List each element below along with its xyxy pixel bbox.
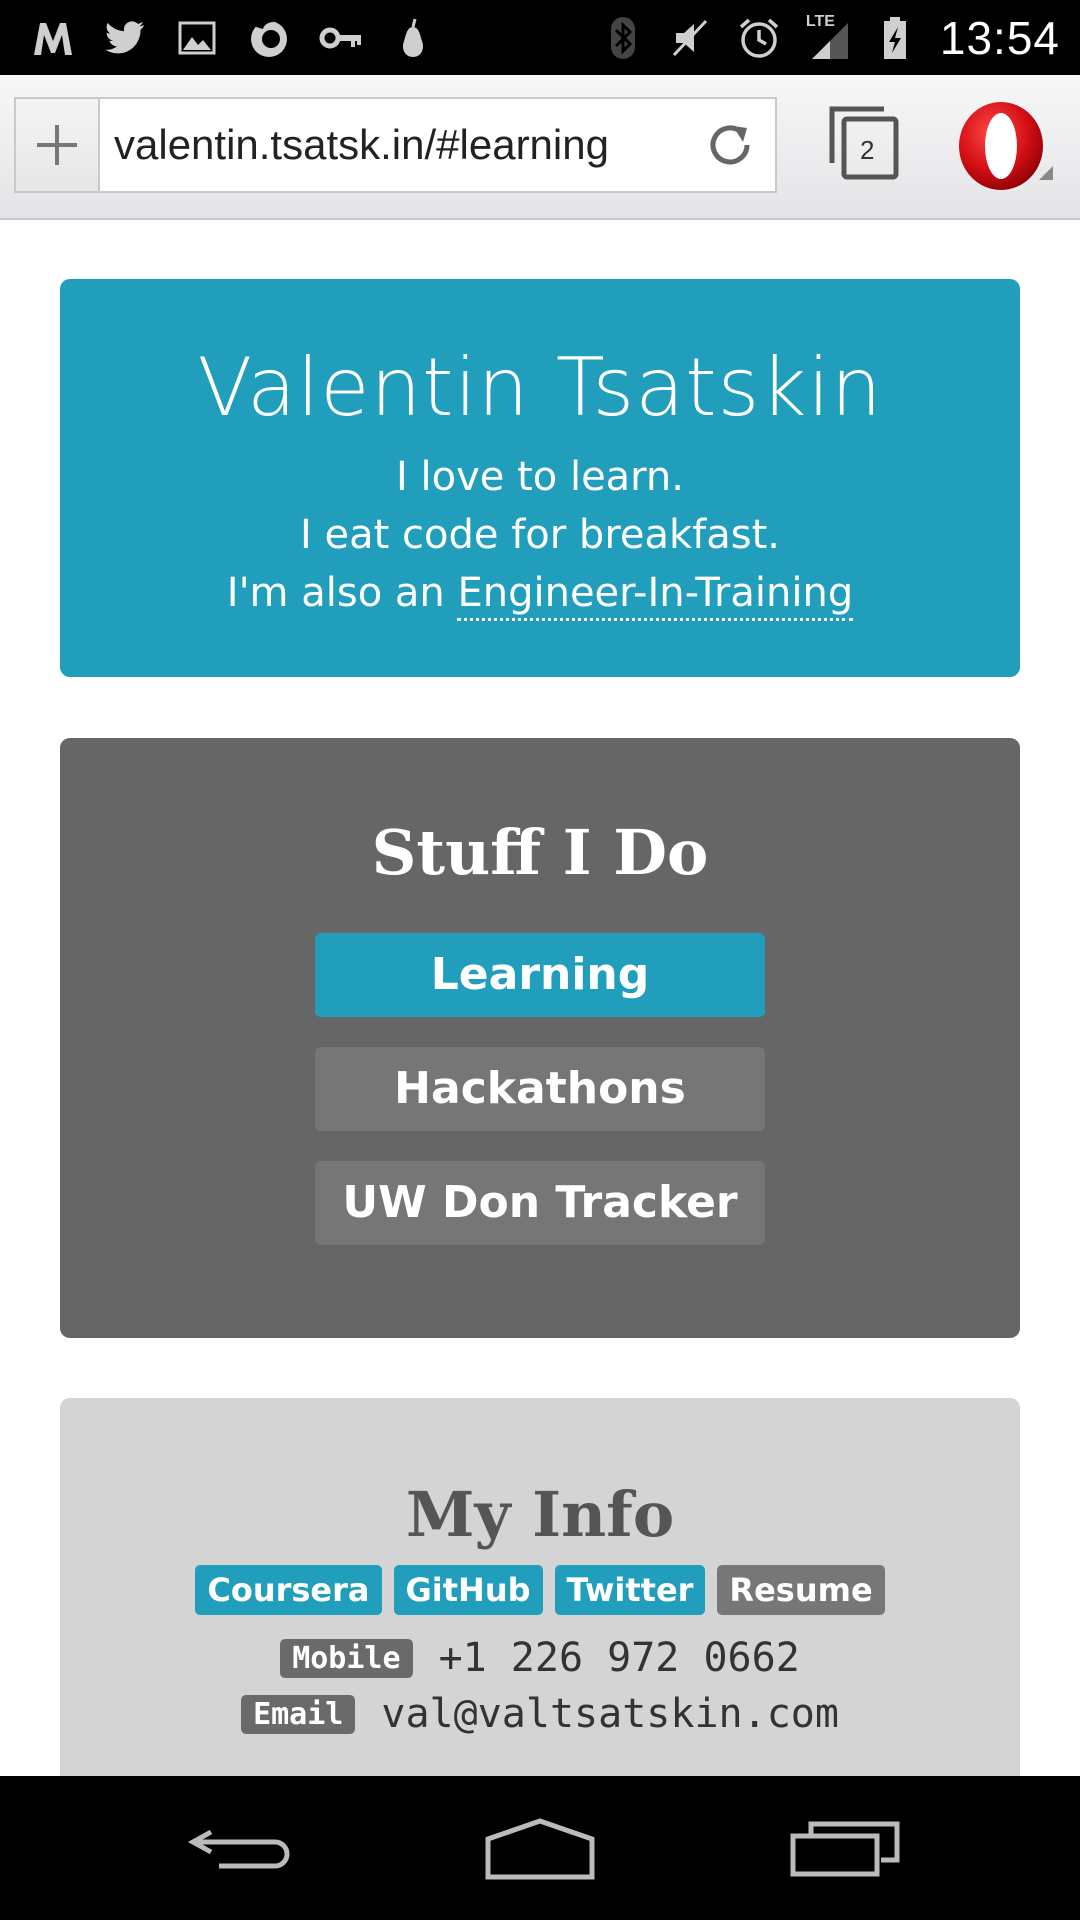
plus-icon [37,125,77,165]
email-row: Email val@valtsatskin.com [60,1691,1020,1737]
url-input[interactable]: valentin.tsatsk.in/#learning [100,121,685,169]
mobile-value[interactable]: +1 226 972 0662 [439,1635,800,1681]
address-bar: valentin.tsatsk.in/#learning [14,97,777,193]
hero-tagline-1: I love to learn. [395,454,684,500]
stuff-title: Stuff I Do [371,816,709,889]
pear-icon [390,15,436,61]
hero-tagline-3: I'm also an Engineer-In-Training [60,564,1020,622]
firefox-icon [246,15,292,61]
bluetooth-icon [600,15,646,61]
status-bar: LTE 13:54 [0,0,1080,75]
opera-menu-button[interactable] [955,100,1055,200]
image-icon [174,15,220,61]
lte-signal-icon: LTE [804,13,850,61]
email-value[interactable]: val@valtsatskin.com [381,1691,839,1737]
uw-don-tracker-button[interactable]: UW Don Tracker [315,1161,765,1245]
back-button[interactable] [175,1806,305,1890]
github-link[interactable]: GitHub [393,1565,543,1615]
android-nav-bar [0,1776,1080,1920]
email-label: Email [241,1694,356,1734]
twitter-link[interactable]: Twitter [554,1565,706,1615]
mobile-row: Mobile +1 226 972 0662 [60,1635,1020,1681]
hero-tagline-3-prefix: I'm also an [226,570,458,616]
engineer-in-training-link[interactable]: Engineer-In-Training [457,570,854,621]
hero-tagline-2: I eat code for breakfast. [300,512,780,558]
browser-toolbar: valentin.tsatsk.in/#learning 2 [0,75,1080,220]
metro-icon [30,15,76,61]
mobile-label: Mobile [280,1638,413,1678]
home-icon [485,1818,595,1880]
network-label: LTE [805,13,835,30]
info-links: Coursera GitHub Twitter Resume [60,1565,1020,1615]
twitter-icon [102,15,148,61]
opera-logo-icon [959,102,1053,190]
my-info-card: My Info Coursera GitHub Twitter Resume M… [60,1398,1020,1776]
reload-icon [710,125,750,165]
web-page: Valentin Tsatskin I love to learn. I eat… [0,220,1080,1776]
learning-button[interactable]: Learning [315,933,765,1017]
resume-link[interactable]: Resume [717,1565,885,1615]
recent-apps-button[interactable] [780,1806,910,1890]
recent-apps-icon [790,1821,900,1877]
mute-icon [668,15,714,61]
hackathons-button[interactable]: Hackathons [315,1047,765,1131]
tab-count: 2 [860,135,875,165]
new-tab-button[interactable] [16,99,100,191]
home-button[interactable] [475,1806,605,1890]
key-icon [318,15,364,61]
coursera-link[interactable]: Coursera [195,1565,382,1615]
status-clock: 13:54 [939,12,1060,64]
info-title: My Info [405,1478,675,1551]
battery-charging-icon [872,15,918,61]
alarm-icon [736,15,782,61]
tabs-button[interactable]: 2 [826,103,902,183]
reload-button[interactable] [685,99,775,191]
stuff-i-do-card: Stuff I Do Learning Hackathons UW Don Tr… [60,738,1020,1338]
back-arrow-icon [187,1829,290,1869]
hero-card: Valentin Tsatskin I love to learn. I eat… [60,279,1020,677]
hero-name: Valentin Tsatskin [197,341,883,434]
